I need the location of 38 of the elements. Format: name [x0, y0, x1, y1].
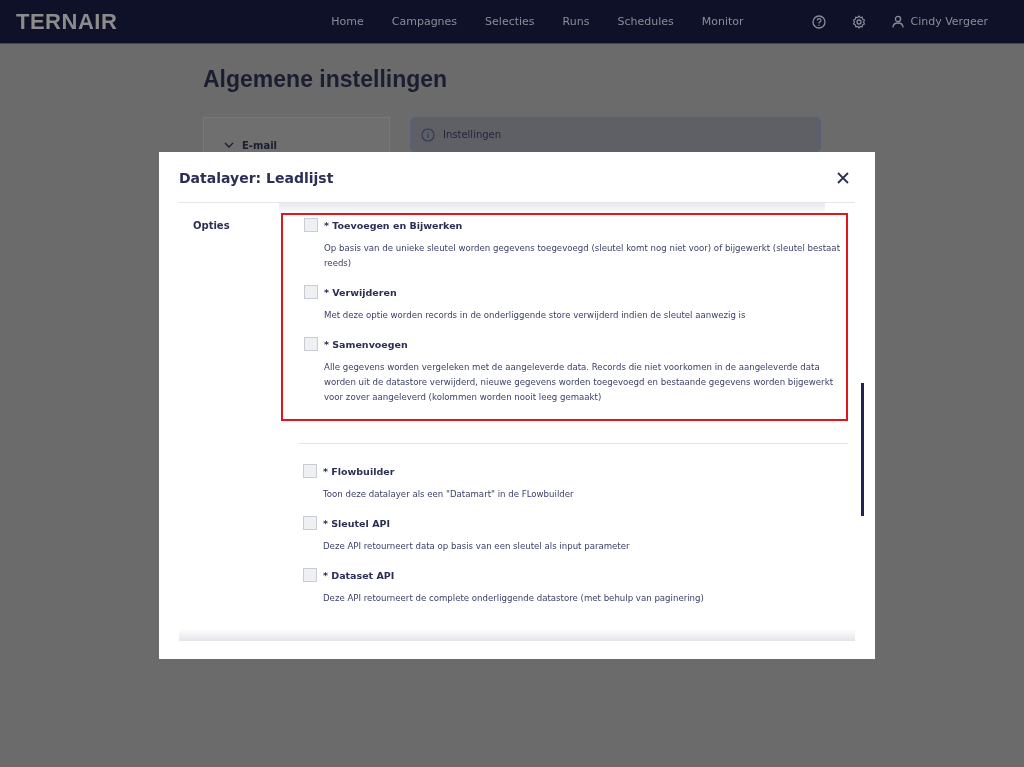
- scrollbar-thumb[interactable]: [861, 383, 864, 516]
- user-menu[interactable]: Cindy Vergeer: [892, 15, 988, 28]
- user-name: Cindy Vergeer: [910, 15, 988, 28]
- option-label: * Toevoegen en Bijwerken: [324, 219, 463, 231]
- user-icon: [892, 15, 905, 28]
- nav-link[interactable]: Schedules: [617, 15, 674, 28]
- help-icon[interactable]: [812, 14, 827, 29]
- checkbox[interactable]: [304, 285, 318, 299]
- option-label: * Sleutel API: [323, 517, 390, 529]
- nav-link[interactable]: Monitor: [701, 15, 744, 28]
- modal-title: Datalayer: Leadlijst: [179, 170, 334, 186]
- field-label: Opties: [192, 219, 231, 233]
- option-description: Toon deze datalayer als een "Datamart" in de FLowbuilder: [323, 488, 575, 501]
- info-icon: [421, 127, 435, 142]
- option-label: * Verwijderen: [324, 286, 397, 298]
- option-description: Alle gegevens worden vergeleken met de aangeleverde data. Records die niet voorkomen in de aangeleverde data worden uit de datastore verwijderd, nieuwe gegevens worden toegevoegd en bestaande gegevens worden bijgewerkt voor zover aangeleverd (kolommen worden nooit leeg gemaakt): [324, 361, 834, 404]
- page-title: Algemene instellingen: [203, 66, 449, 93]
- nav-link[interactable]: Campagnes: [391, 15, 458, 28]
- option-label: * Samenvoegen: [324, 338, 408, 350]
- option-label: * Dataset API: [323, 569, 395, 581]
- option-description: Deze API retourneert de complete onderliggende datastore (met behulp van paginering): [323, 592, 705, 605]
- checkbox[interactable]: [304, 337, 318, 351]
- option-description: Met deze optie worden records in de onderliggende store verwijderd indien de sleutel aanwezig is: [324, 309, 747, 322]
- logo[interactable]: TERNAIR: [16, 8, 118, 35]
- settings-icon[interactable]: [852, 14, 867, 29]
- checkbox[interactable]: [303, 568, 317, 582]
- sidebar-item[interactable]: E-mail: [224, 140, 369, 151]
- option-description: Deze API retourneert data op basis van een sleutel als input parameter: [323, 540, 631, 553]
- option-label: * Flowbuilder: [323, 465, 395, 477]
- checkbox[interactable]: [303, 464, 317, 478]
- nav-link[interactable]: Home: [331, 15, 364, 28]
- option-description: Op basis van de unieke sleutel worden gegevens toegevoegd (sleutel komt nog niet voor) of bijgewerkt (sleutel bestaat reeds): [324, 242, 840, 270]
- chevron-down-icon: [224, 142, 234, 149]
- checkbox[interactable]: [304, 218, 318, 232]
- nav-link[interactable]: Runs: [562, 15, 590, 28]
- info-text: Instellingen: [443, 129, 502, 140]
- nav-link[interactable]: Selecties: [485, 15, 535, 28]
- checkbox[interactable]: [303, 516, 317, 530]
